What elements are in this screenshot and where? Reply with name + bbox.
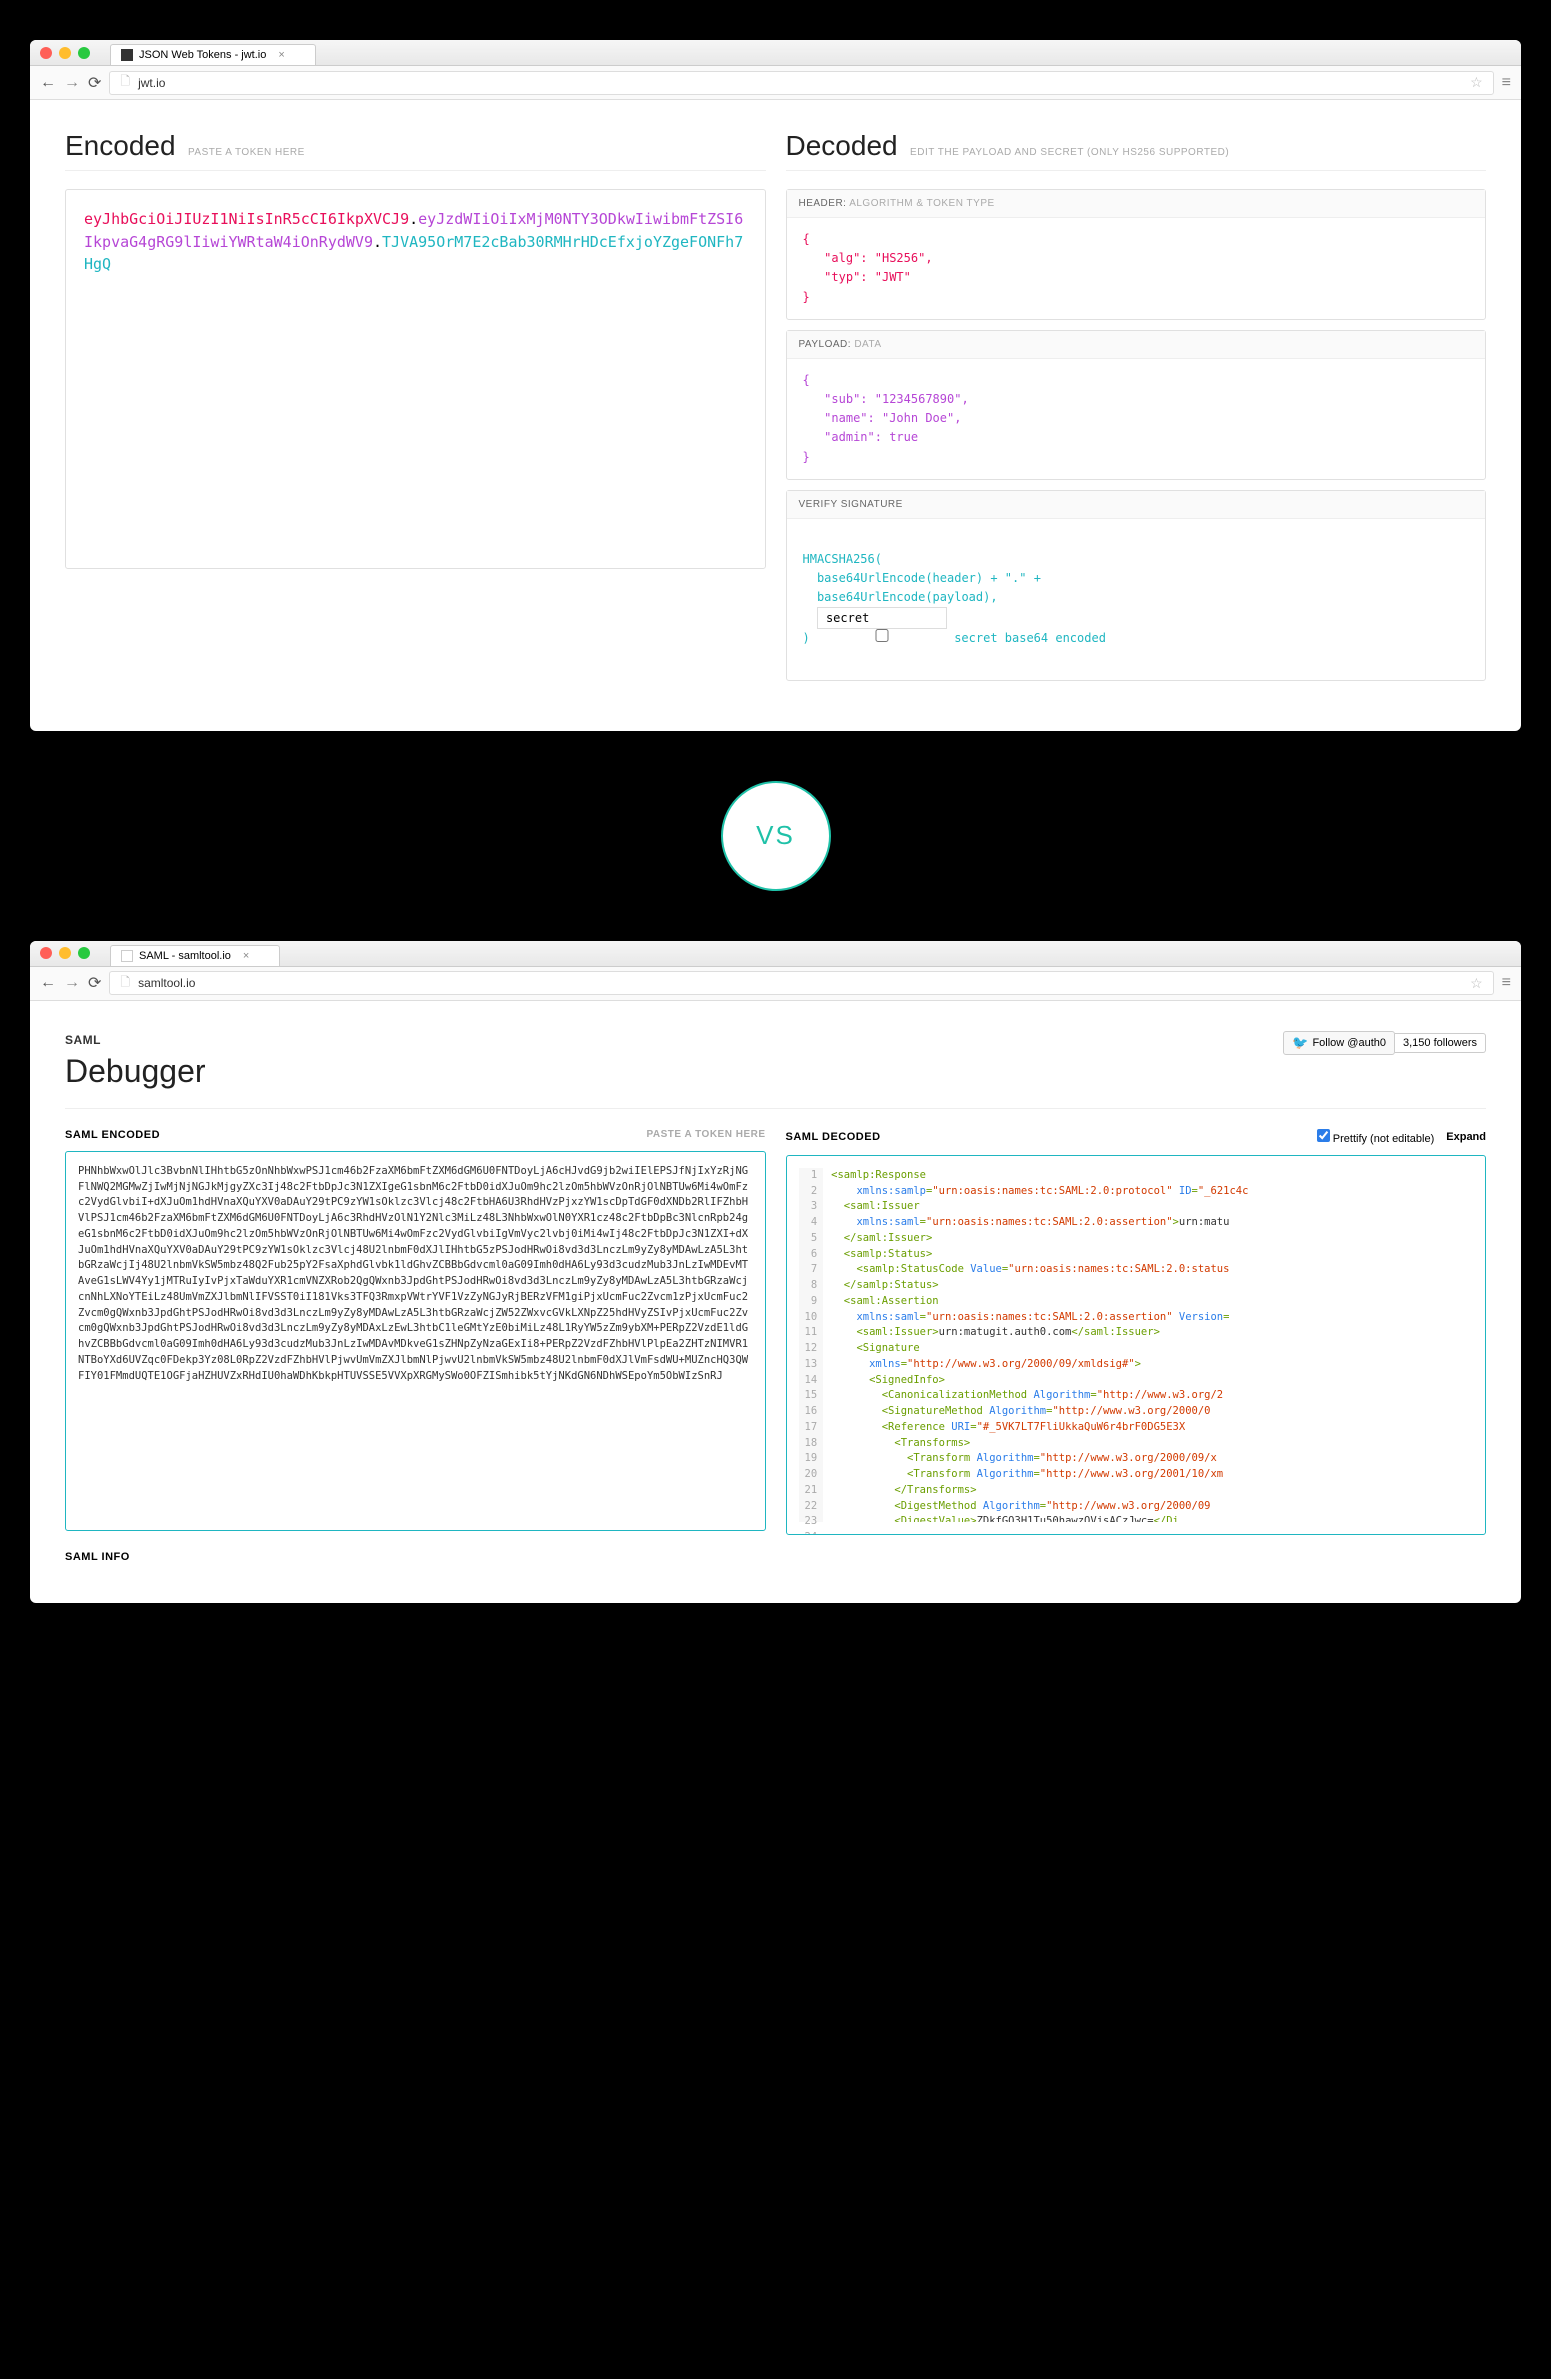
signature-section: VERIFY SIGNATURE HMACSHA256( base64UrlEn… [786,490,1487,681]
saml-encoded-label: SAML ENCODED [65,1129,160,1141]
window-controls [40,47,90,59]
favicon-icon [121,950,133,962]
decoded-column: Decoded EDIT THE PAYLOAD AND SECRET (ONL… [786,130,1487,691]
page-icon: 🗋 [120,973,130,994]
twitter-icon: 🐦 [1292,1035,1308,1051]
minimize-icon[interactable] [59,47,71,59]
prettify-checkbox[interactable] [1317,1129,1330,1142]
browser-tab[interactable]: JSON Web Tokens - jwt.io × [110,44,316,65]
signature-body: HMACSHA256( base64UrlEncode(header) + ".… [787,519,1486,680]
saml-encoded-column: SAML ENCODED PASTE A TOKEN HERE PHNhbWxw… [65,1129,766,1563]
maximize-icon[interactable] [78,947,90,959]
menu-icon[interactable]: ≡ [1502,74,1511,92]
encoded-column: Encoded PASTE A TOKEN HERE eyJhbGciOiJIU… [65,130,766,691]
tab-title: JSON Web Tokens - jwt.io [139,49,266,61]
saml-decoded-viewer[interactable]: 1234567891011121314151617181920212223242… [786,1155,1487,1535]
close-icon[interactable] [40,947,52,959]
xml-code: <samlp:Response xmlns:samlp="urn:oasis:n… [823,1168,1473,1522]
saml-encoded-hint: PASTE A TOKEN HERE [646,1129,765,1140]
header-json[interactable]: { "alg": "HS256", "typ": "JWT" } [787,218,1486,319]
encoded-hint: PASTE A TOKEN HERE [188,147,305,158]
tab-title: SAML - samltool.io [139,950,231,962]
browser-tab[interactable]: SAML - samltool.io × [110,945,280,966]
encoded-token-input[interactable]: eyJhbGciOiJIUzI1NiIsInR5cCI6IkpXVCJ9.eyJ… [65,189,766,569]
saml-content: SAML Debugger 🐦 Follow @auth0 3,150 foll… [30,1001,1521,1603]
bookmark-icon[interactable]: ☆ [1470,975,1483,992]
url-text: jwt.io [138,76,165,90]
expand-button[interactable]: Expand [1446,1131,1486,1143]
page-icon: 🗋 [120,72,130,93]
base64-checkbox[interactable] [817,629,947,642]
payload-section: PAYLOAD: DATA { "sub": "1234567890", "na… [786,330,1487,480]
line-gutter: 1234567891011121314151617181920212223242… [799,1168,824,1522]
maximize-icon[interactable] [78,47,90,59]
url-bar[interactable]: 🗋 samltool.io ☆ [109,971,1493,995]
url-bar[interactable]: 🗋 jwt.io ☆ [109,71,1493,95]
vs-badge: VS [721,781,831,891]
payload-json[interactable]: { "sub": "1234567890", "name": "John Doe… [787,359,1486,479]
decoded-heading: Decoded [786,130,898,162]
encoded-heading: Encoded [65,130,176,162]
header-section: HEADER: ALGORITHM & TOKEN TYPE { "alg": … [786,189,1487,320]
saml-subtitle: SAML [65,1033,101,1047]
menu-icon[interactable]: ≡ [1502,974,1511,992]
titlebar: SAML - samltool.io × [30,941,1521,967]
vs-divider: VS [30,781,1521,891]
window-controls [40,947,90,959]
close-icon[interactable] [40,47,52,59]
reload-button[interactable]: ⟳ [88,973,101,993]
browser-toolbar: ← → ⟳ 🗋 samltool.io ☆ ≡ [30,967,1521,1001]
saml-encoded-input[interactable]: PHNhbWxwOlJlc3BvbnNlIHhtbG5zOnNhbWxwPSJ1… [65,1151,766,1531]
reload-button[interactable]: ⟳ [88,73,101,93]
saml-title: Debugger [65,1053,206,1090]
saml-decoded-label: SAML DECODED [786,1131,881,1143]
url-text: samltool.io [138,976,195,990]
jwt-content: Encoded PASTE A TOKEN HERE eyJhbGciOiJIU… [30,100,1521,731]
browser-toolbar: ← → ⟳ 🗋 jwt.io ☆ ≡ [30,66,1521,100]
decoded-hint: EDIT THE PAYLOAD AND SECRET (ONLY HS256 … [910,147,1229,158]
favicon-icon [121,49,133,61]
prettify-option[interactable]: Prettify (not editable) [1317,1129,1435,1145]
twitter-widget: 🐦 Follow @auth0 3,150 followers [1283,1031,1486,1055]
close-tab-icon[interactable]: × [278,49,284,61]
bookmark-icon[interactable]: ☆ [1470,74,1483,91]
saml-decoded-column: SAML DECODED Prettify (not editable) Exp… [786,1129,1487,1563]
twitter-followers: 3,150 followers [1395,1033,1486,1053]
twitter-follow-button[interactable]: 🐦 Follow @auth0 [1283,1031,1395,1055]
close-tab-icon[interactable]: × [243,950,249,962]
back-button[interactable]: ← [40,74,56,92]
saml-window: SAML - samltool.io × ← → ⟳ 🗋 samltool.io… [30,941,1521,1603]
back-button[interactable]: ← [40,974,56,992]
forward-button: → [64,74,80,92]
minimize-icon[interactable] [59,947,71,959]
forward-button: → [64,974,80,992]
titlebar: JSON Web Tokens - jwt.io × [30,40,1521,66]
saml-info-label: SAML INFO [65,1551,766,1563]
jwt-window: JSON Web Tokens - jwt.io × ← → ⟳ 🗋 jwt.i… [30,40,1521,731]
secret-input[interactable] [817,607,947,629]
